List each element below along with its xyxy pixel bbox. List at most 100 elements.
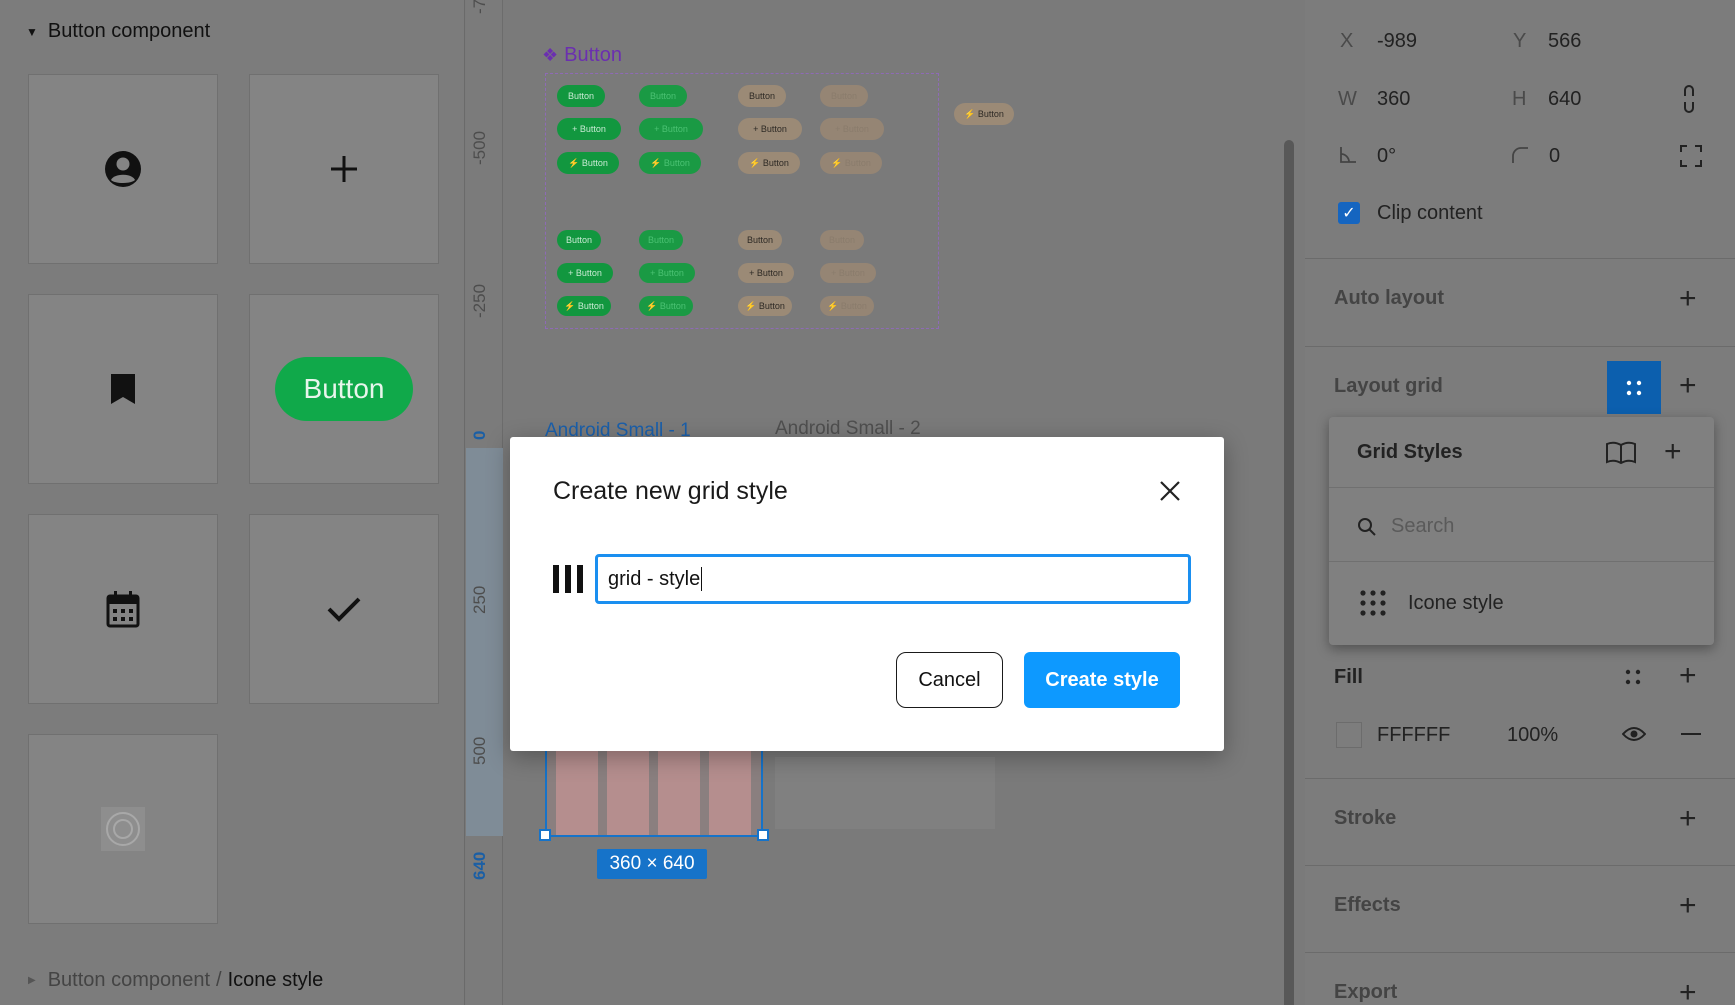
- button-variant[interactable]: Button: [639, 230, 683, 250]
- library-icon[interactable]: [1605, 441, 1637, 465]
- add-fill-button[interactable]: +: [1679, 661, 1697, 691]
- search-icon: [1358, 517, 1376, 536]
- component-icon: ❖: [542, 45, 559, 65]
- caret-down-icon[interactable]: ▼: [26, 25, 38, 39]
- fill-styles-icon[interactable]: [1624, 668, 1642, 686]
- button-variant[interactable]: ⚡ Button: [738, 152, 800, 174]
- effects-section: Effects: [1305, 865, 1735, 945]
- button-variant[interactable]: Button: [738, 85, 786, 107]
- style-name-input[interactable]: grid - style: [595, 554, 1191, 604]
- add-effect-button[interactable]: +: [1679, 891, 1697, 921]
- remove-fill-button[interactable]: [1681, 733, 1701, 735]
- asset-tile-check[interactable]: [249, 514, 439, 704]
- asset-tile-button[interactable]: Button: [249, 294, 439, 484]
- ruler-label: -250: [470, 283, 489, 318]
- ruler-selection-highlight: [466, 448, 503, 836]
- target-icon: [101, 807, 145, 851]
- grid-styles-title: Grid Styles: [1357, 441, 1463, 463]
- grid-styles-search[interactable]: Search: [1357, 515, 1454, 538]
- constrain-proportions-icon[interactable]: [1681, 84, 1697, 114]
- button-variant[interactable]: + Button: [639, 263, 695, 283]
- layout-grid-title: Layout grid: [1334, 375, 1443, 397]
- fill-opacity-input[interactable]: 100%: [1507, 724, 1558, 747]
- divider: [1329, 561, 1714, 562]
- canvas-scrollbar[interactable]: [1284, 140, 1294, 1005]
- asset-tile-plus[interactable]: [249, 74, 439, 264]
- component-set-title[interactable]: ❖ Button: [542, 44, 622, 67]
- breadcrumb: ▶ Button component / Icone style: [28, 969, 323, 992]
- add-layout-grid-button[interactable]: +: [1679, 371, 1697, 401]
- button-variant[interactable]: + Button: [738, 263, 794, 283]
- selection-size-badge: 360 × 640: [597, 849, 707, 879]
- component-set-frame[interactable]: [545, 73, 939, 329]
- h-input[interactable]: 640: [1548, 88, 1581, 111]
- button-variant[interactable]: + Button: [820, 263, 876, 283]
- button-variant[interactable]: ⚡ Button: [557, 152, 619, 174]
- grid-style-item[interactable]: Icone style: [1359, 589, 1504, 617]
- eye-icon[interactable]: [1622, 726, 1646, 742]
- corner-radius-icon: [1512, 147, 1528, 163]
- divider: [1329, 487, 1714, 488]
- grid-styles-button[interactable]: [1607, 361, 1661, 414]
- button-variant[interactable]: ⚡ Button: [738, 296, 792, 316]
- layout-grid-section: Layout grid: [1305, 346, 1735, 426]
- breadcrumb-parent[interactable]: Button component: [48, 969, 210, 992]
- add-stroke-button[interactable]: +: [1679, 804, 1697, 834]
- button-variant[interactable]: Button: [820, 85, 868, 107]
- component-title-text: Button: [564, 44, 622, 66]
- button-variant[interactable]: Button: [639, 85, 687, 107]
- artboard-android-small-2[interactable]: [775, 757, 995, 829]
- grid-styles-popover: Grid Styles + Search Icone style: [1329, 417, 1714, 645]
- breadcrumb-current: Icone style: [227, 969, 324, 991]
- corner-radius-input[interactable]: 0: [1549, 145, 1560, 168]
- caret-right-icon[interactable]: ▶: [28, 975, 36, 986]
- asset-tile-calendar[interactable]: [28, 514, 218, 704]
- button-variant[interactable]: Button: [738, 230, 782, 250]
- button-variant[interactable]: + Button: [820, 118, 884, 140]
- close-icon[interactable]: [1156, 477, 1184, 505]
- button-variant[interactable]: ⚡ Button: [820, 296, 874, 316]
- button-variant[interactable]: ⚡ Button: [557, 296, 611, 316]
- asset-tile-bookmark[interactable]: [28, 294, 218, 484]
- button-variant[interactable]: + Button: [738, 118, 802, 140]
- selection-outline: [545, 740, 763, 837]
- asset-tile-target[interactable]: [28, 734, 218, 924]
- button-variant[interactable]: + Button: [557, 118, 621, 140]
- rotation-input[interactable]: 0°: [1377, 145, 1396, 168]
- add-grid-style-button[interactable]: +: [1664, 437, 1682, 467]
- bookmark-icon: [111, 374, 135, 404]
- button-variant[interactable]: ⚡ Button: [820, 152, 882, 174]
- section-header[interactable]: ▼ Button component: [26, 20, 210, 43]
- fill-title: Fill: [1334, 666, 1363, 688]
- create-style-button[interactable]: Create style: [1024, 652, 1180, 708]
- y-input[interactable]: 566: [1548, 30, 1581, 53]
- ruler-label: -500: [470, 130, 489, 165]
- clip-content-checkbox[interactable]: ✓: [1338, 202, 1360, 224]
- button-variant[interactable]: Button: [820, 230, 864, 250]
- cancel-button[interactable]: Cancel: [896, 652, 1003, 708]
- button-variant[interactable]: + Button: [639, 118, 703, 140]
- asset-tile-account[interactable]: [28, 74, 218, 264]
- x-input[interactable]: -989: [1377, 30, 1417, 53]
- search-placeholder: Search: [1391, 515, 1455, 537]
- button-variant[interactable]: ⚡ Button: [639, 296, 693, 316]
- w-input[interactable]: 360: [1377, 88, 1410, 111]
- add-export-button[interactable]: +: [1679, 978, 1697, 1005]
- fill-swatch[interactable]: [1336, 722, 1362, 748]
- button-variant[interactable]: Button: [557, 85, 605, 107]
- stroke-title: Stroke: [1334, 807, 1397, 829]
- fill-hex-input[interactable]: FFFFFF: [1377, 724, 1450, 747]
- grid-style-icon: [1360, 590, 1386, 616]
- resize-handle[interactable]: [539, 829, 551, 841]
- resize-handle[interactable]: [757, 829, 769, 841]
- button-variant[interactable]: ⚡ Button: [639, 152, 701, 174]
- button-instance[interactable]: ⚡ Button: [954, 103, 1014, 125]
- independent-corners-icon[interactable]: [1680, 145, 1702, 167]
- button-variant[interactable]: + Button: [557, 263, 613, 283]
- button-variant[interactable]: Button: [557, 230, 601, 250]
- dialog-title: Create new grid style: [553, 477, 788, 505]
- ruler-label: 250: [470, 585, 489, 614]
- rotation-icon: [1340, 147, 1356, 163]
- auto-layout-section: Auto layout: [1305, 258, 1735, 338]
- add-auto-layout-button[interactable]: +: [1679, 284, 1697, 314]
